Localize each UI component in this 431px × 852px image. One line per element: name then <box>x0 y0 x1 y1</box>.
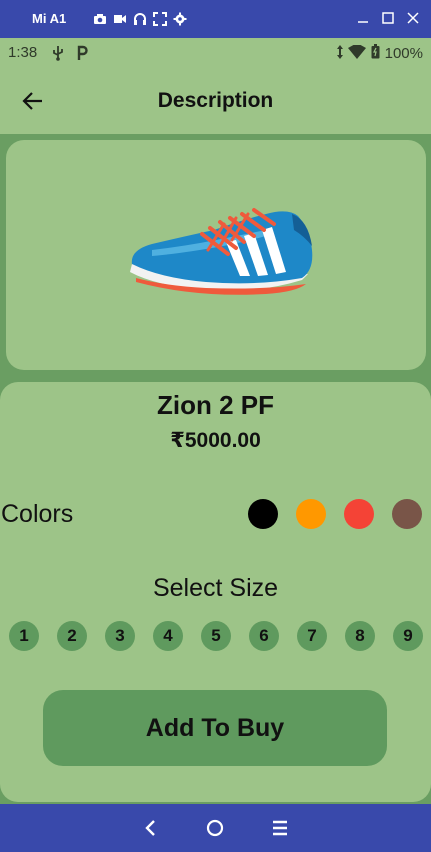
nav-home-icon[interactable] <box>205 818 225 838</box>
size-option-2[interactable]: 2 <box>57 621 87 651</box>
size-option-1[interactable]: 1 <box>9 621 39 651</box>
running-shoe-image <box>130 208 313 295</box>
color-swatch-orange[interactable] <box>296 499 326 529</box>
colors-label: Colors <box>1 500 74 528</box>
navigation-bar <box>0 804 431 852</box>
wifi-icon <box>347 42 366 63</box>
select-size-title: Select Size <box>152 574 279 602</box>
product-image-card <box>6 140 426 370</box>
battery-icon <box>371 44 380 63</box>
size-options: 1 2 3 4 5 6 7 8 9 <box>9 621 423 651</box>
status-time: 1:38 <box>8 44 38 61</box>
maximize-icon[interactable] <box>380 10 396 26</box>
video-icon[interactable] <box>113 12 127 26</box>
color-swatch-black[interactable] <box>248 499 278 529</box>
product-details-card: Zion 2 PF ₹5000.00 Colors Select Size 1 … <box>0 382 431 802</box>
emulator-toolbar <box>93 12 187 26</box>
size-option-5[interactable]: 5 <box>201 621 231 651</box>
usb-icon <box>52 45 64 65</box>
window-controls <box>355 10 421 26</box>
status-notification-icons <box>52 45 88 65</box>
size-option-6[interactable]: 6 <box>249 621 279 651</box>
size-option-9[interactable]: 9 <box>393 621 423 651</box>
nav-back-icon[interactable] <box>141 818 161 838</box>
product-detail-content: Zion 2 PF ₹5000.00 Colors Select Size 1 … <box>0 134 431 804</box>
minimize-icon[interactable] <box>355 10 371 26</box>
size-option-7[interactable]: 7 <box>297 621 327 651</box>
data-arrows-icon <box>336 44 343 63</box>
color-swatch-red[interactable] <box>344 499 374 529</box>
page-title: Description <box>157 89 274 112</box>
nav-menu-icon[interactable] <box>270 818 290 838</box>
product-price: ₹5000.00 <box>170 429 261 452</box>
close-icon[interactable] <box>405 10 421 26</box>
add-to-buy-button[interactable]: Add To Buy <box>43 690 387 766</box>
battery-level: 100% <box>384 45 423 62</box>
size-option-4[interactable]: 4 <box>153 621 183 651</box>
status-system-icons: 100% <box>336 42 423 63</box>
status-bar: 1:38 100% <box>0 38 431 68</box>
color-swatch-brown[interactable] <box>392 499 422 529</box>
headset-icon[interactable] <box>133 12 147 26</box>
app-bar: Description <box>0 68 431 134</box>
size-option-8[interactable]: 8 <box>345 621 375 651</box>
camera-icon[interactable] <box>93 12 107 26</box>
device-name: Mi A1 <box>32 11 67 26</box>
fullscreen-icon[interactable] <box>153 12 167 26</box>
settings-icon[interactable] <box>173 12 187 26</box>
size-option-3[interactable]: 3 <box>105 621 135 651</box>
emulator-title-bar: Mi A1 <box>0 0 431 38</box>
product-name: Zion 2 PF <box>157 390 274 420</box>
parking-icon <box>76 45 88 65</box>
